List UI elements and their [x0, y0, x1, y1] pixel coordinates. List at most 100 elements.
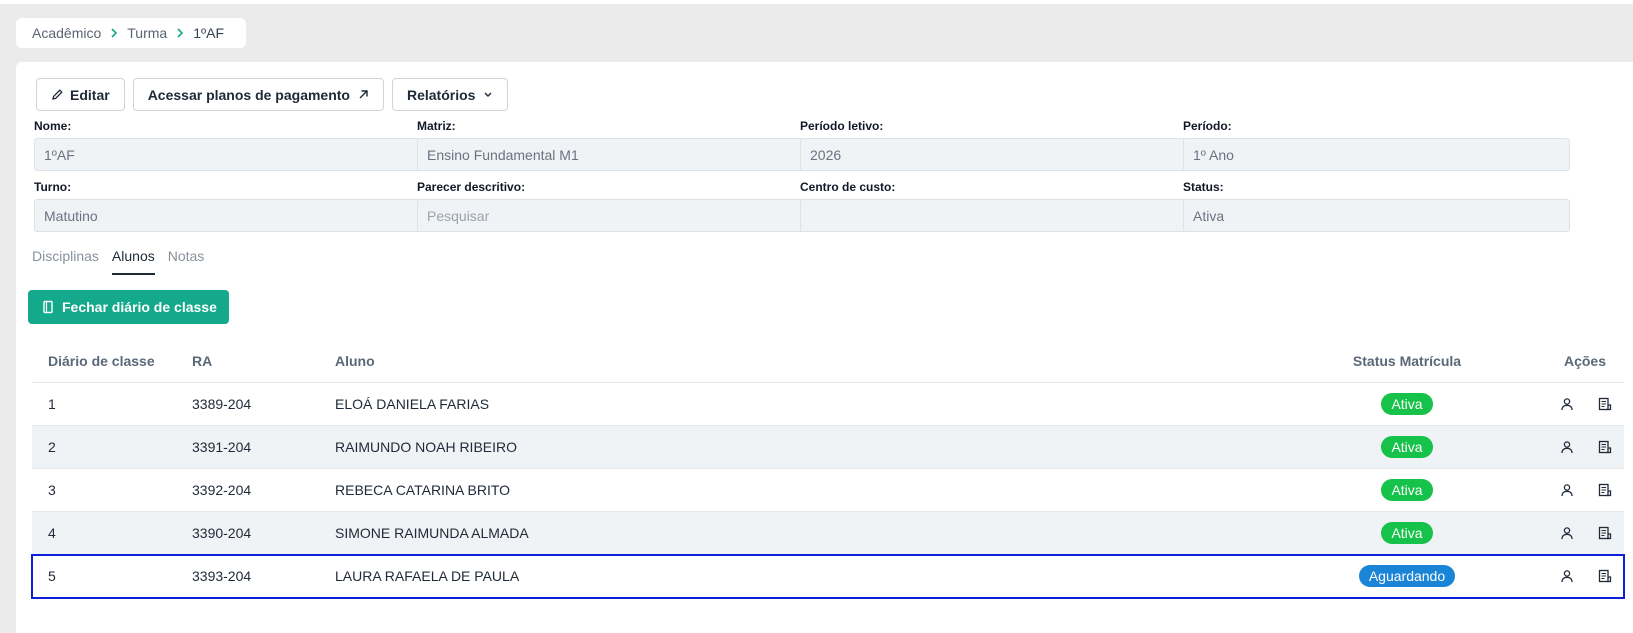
parecer-search-input[interactable]: Pesquisar: [417, 199, 804, 232]
status-badge: Ativa: [1381, 436, 1433, 458]
user-icon[interactable]: [1558, 481, 1576, 499]
cell-ra: 3391-204: [192, 439, 252, 455]
cell-aluno: RAIMUNDO NOAH RIBEIRO: [335, 439, 518, 455]
status-badge: Ativa: [1381, 522, 1433, 544]
cell-aluno: REBECA CATARINA BRITO: [335, 482, 511, 498]
toolbar: Editar Acessar planos de pagamento Relat…: [36, 78, 509, 111]
cell-status: Aguardando: [1332, 565, 1482, 587]
reports-label: Relatórios: [406, 86, 476, 103]
user-icon[interactable]: [1558, 395, 1576, 413]
book-icon: [42, 300, 54, 314]
user-icon[interactable]: [1558, 524, 1576, 542]
status-label: Status:: [1183, 180, 1224, 194]
table-row[interactable]: 3 3392-204 REBECA CATARINA BRITO Ativa: [32, 469, 1624, 512]
status-badge: Aguardando: [1358, 565, 1456, 587]
cell-aluno: SIMONE RAIMUNDA ALMADA: [335, 525, 529, 541]
cell-diario: 5: [48, 568, 56, 584]
nome-input[interactable]: 1ºAF: [34, 138, 421, 171]
breadcrumb: Acadêmico Turma 1ºAF: [16, 18, 246, 48]
cell-ra: 3393-204: [192, 568, 252, 584]
cell-ra: 3389-204: [192, 396, 252, 412]
periodo-letivo-input[interactable]: 2026: [800, 138, 1187, 171]
matriz-label: Matriz:: [417, 119, 456, 133]
cell-aluno: LAURA RAFAELA DE PAULA: [335, 568, 520, 584]
turno-label: Turno:: [34, 180, 72, 194]
turno-field: Turno: Matutino: [34, 180, 421, 232]
cell-acoes: [1482, 524, 1624, 542]
document-icon[interactable]: [1596, 438, 1614, 456]
table-row[interactable]: 2 3391-204 RAIMUNDO NOAH RIBEIRO Ativa: [32, 426, 1624, 469]
status-badge: Ativa: [1381, 393, 1433, 415]
students-table: Diário de classe RA Aluno Status Matrícu…: [31, 340, 1625, 599]
cell-ra: 3392-204: [192, 482, 252, 498]
header-diario: Diário de classe: [48, 353, 155, 369]
header-acoes: Ações: [1563, 353, 1606, 369]
reports-dropdown-button[interactable]: Relatórios: [391, 78, 509, 111]
table-body: 1 3389-204 ELOÁ DANIELA FARIAS Ativa 2 3391-2…: [31, 383, 1625, 599]
payment-plans-button[interactable]: Acessar planos de pagamento: [132, 78, 384, 111]
edit-button[interactable]: Editar: [36, 78, 125, 111]
edit-button-label: Editar: [70, 86, 110, 103]
matriz-field: Matriz: Ensino Fundamental M1: [417, 119, 804, 171]
user-icon[interactable]: [1558, 567, 1576, 585]
tab-notas[interactable]: Notas: [168, 248, 205, 275]
tabs: Disciplinas Alunos Notas: [32, 248, 204, 275]
user-icon[interactable]: [1558, 438, 1576, 456]
nome-field: Nome: 1ºAF: [34, 119, 421, 171]
top-border: [0, 0, 1633, 4]
cell-status: Ativa: [1332, 522, 1482, 544]
class-detail-card: Editar Acessar planos de pagamento Relat…: [16, 62, 1633, 633]
status-field: Status: Ativa: [1183, 180, 1570, 232]
table-header: Diário de classe RA Aluno Status Matrícu…: [32, 340, 1624, 383]
chevron-down-icon: [483, 91, 493, 98]
breadcrumb-item-current: 1ºAF: [193, 25, 224, 41]
arrow-up-right-icon: [358, 89, 369, 100]
nome-label: Nome:: [34, 119, 72, 133]
table-row[interactable]: 4 3390-204 SIMONE RAIMUNDA ALMADA Ativa: [32, 512, 1624, 555]
parecer-label: Parecer descritivo:: [417, 180, 526, 194]
chevron-right-icon: [176, 28, 184, 38]
cell-acoes: [1482, 438, 1624, 456]
tab-disciplinas[interactable]: Disciplinas: [32, 248, 99, 275]
document-icon[interactable]: [1596, 524, 1614, 542]
parecer-field: Parecer descritivo: Pesquisar: [417, 180, 804, 232]
cell-status: Ativa: [1332, 436, 1482, 458]
close-class-diary-label: Fechar diário de classe: [62, 299, 217, 315]
cell-aluno: ELOÁ DANIELA FARIAS: [335, 396, 490, 412]
centro-custo-label: Centro de custo:: [800, 180, 896, 194]
header-aluno: Aluno: [335, 353, 375, 369]
chevron-right-icon: [110, 28, 118, 38]
cell-diario: 1: [48, 396, 56, 412]
cell-ra: 3390-204: [192, 525, 252, 541]
header-status: Status Matrícula: [1352, 353, 1462, 369]
document-icon[interactable]: [1596, 395, 1614, 413]
status-badge: Ativa: [1381, 479, 1433, 501]
payment-plans-label: Acessar planos de pagamento: [147, 86, 350, 103]
cell-status: Ativa: [1332, 479, 1482, 501]
close-class-diary-button[interactable]: Fechar diário de classe: [28, 290, 229, 324]
centro-custo-field: Centro de custo:: [800, 180, 1187, 232]
table-row[interactable]: 5 3393-204 LAURA RAFAELA DE PAULA Aguardand…: [31, 554, 1625, 599]
cell-diario: 2: [48, 439, 56, 455]
document-icon[interactable]: [1596, 567, 1614, 585]
cell-acoes: [1482, 395, 1624, 413]
header-ra: RA: [192, 353, 213, 369]
document-icon[interactable]: [1596, 481, 1614, 499]
periodo-input[interactable]: 1º Ano: [1183, 138, 1570, 171]
periodo-letivo-field: Período letivo: 2026: [800, 119, 1187, 171]
periodo-field: Período: 1º Ano: [1183, 119, 1570, 171]
table-row[interactable]: 1 3389-204 ELOÁ DANIELA FARIAS Ativa: [32, 383, 1624, 426]
periodo-label: Período:: [1183, 119, 1232, 133]
tab-alunos[interactable]: Alunos: [111, 248, 155, 275]
breadcrumb-item-turma[interactable]: Turma: [127, 25, 167, 41]
periodo-letivo-label: Período letivo:: [800, 119, 884, 133]
cell-diario: 3: [48, 482, 56, 498]
status-input[interactable]: Ativa: [1183, 199, 1570, 232]
breadcrumb-item-academico[interactable]: Acadêmico: [32, 25, 101, 41]
cell-diario: 4: [48, 525, 56, 541]
matriz-input[interactable]: Ensino Fundamental M1: [417, 138, 804, 171]
cell-status: Ativa: [1332, 393, 1482, 415]
centro-custo-input[interactable]: [800, 199, 1187, 232]
cell-acoes: [1482, 481, 1624, 499]
turno-input[interactable]: Matutino: [34, 199, 421, 232]
